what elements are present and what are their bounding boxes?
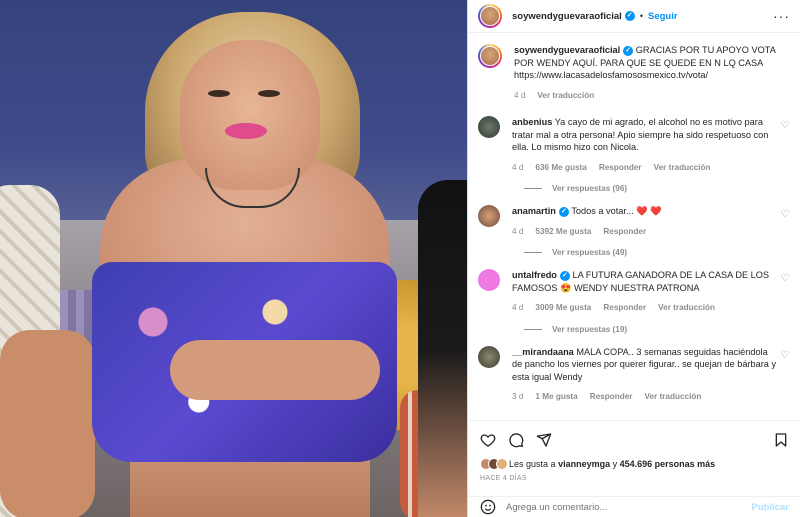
comment-username[interactable]: untalfredo	[512, 270, 557, 280]
caption-meta: 4 d Ver traducción	[514, 90, 779, 103]
like-heart-icon[interactable]	[480, 432, 496, 448]
post-actions: Les gusta a vianneymga y 454.696 persona…	[468, 420, 800, 482]
caption-time: 4 d	[514, 90, 526, 100]
reply-link[interactable]: Responder	[603, 226, 646, 239]
comment-time: 4 d	[512, 162, 524, 172]
view-replies-label: Ver respuestas (19)	[552, 324, 628, 334]
comment-item: anbenius Ya cayo de mi agrado, el alcoho…	[478, 116, 791, 174]
liker-avatars	[480, 458, 508, 470]
like-comment-heart-icon[interactable]: ♡	[779, 120, 791, 131]
comment-meta: 4 d 5392 Me gusta Responder	[512, 226, 777, 239]
post-side-panel: soywendyguevaraoficial ✓ • Seguir ··· so…	[467, 0, 800, 517]
translate-link[interactable]: Ver traducción	[644, 391, 701, 404]
comment-likes[interactable]: 3009 Me gusta	[535, 302, 591, 315]
instagram-post-window: soywendyguevaraoficial ✓ • Seguir ··· so…	[0, 0, 800, 517]
view-replies-button[interactable]: Ver respuestas (19)	[524, 325, 791, 334]
reply-link[interactable]: Responder	[590, 391, 633, 404]
comment-meta: 3 d 1 Me gusta Responder Ver traducción	[512, 391, 777, 404]
photo-right-person	[418, 180, 467, 517]
post-photo[interactable]	[0, 0, 467, 517]
add-comment-bar: Publicar	[468, 496, 800, 517]
comment-time: 4 d	[512, 226, 524, 236]
likes-count[interactable]: 454.696 personas más	[620, 459, 716, 469]
photo-arms	[170, 340, 380, 400]
comment-meta: 4 d 3009 Me gusta Responder Ver traducci…	[512, 302, 777, 315]
author-avatar[interactable]	[478, 4, 502, 28]
comment-username[interactable]: anbenius	[512, 117, 552, 127]
comment-item: __mirandaana MALA COPA.. 3 semanas segui…	[478, 345, 791, 404]
like-comment-heart-icon[interactable]: ♡	[779, 350, 791, 361]
photo-eye-left	[208, 90, 230, 97]
comment-meta: 4 d 636 Me gusta Responder Ver traducció…	[512, 162, 777, 175]
like-comment-heart-icon[interactable]: ♡	[779, 209, 791, 220]
likes-joiner: y	[612, 459, 618, 469]
comment-input[interactable]	[506, 501, 752, 513]
comment-bubble-icon[interactable]	[508, 432, 524, 448]
translate-link[interactable]: Ver traducción	[658, 302, 715, 315]
commenter-avatar[interactable]	[478, 345, 500, 368]
view-replies-label: Ver respuestas (96)	[552, 184, 628, 193]
liker-username[interactable]: vianneymga	[558, 459, 610, 469]
commenter-avatar[interactable]	[478, 269, 500, 291]
comment-time: 4 d	[512, 303, 524, 312]
likes-prefix: Les gusta a	[509, 459, 556, 469]
verified-badge-icon: ✓	[558, 206, 569, 217]
comment-username[interactable]: anamartin	[512, 206, 556, 216]
red-heart-emoji-icon: ❤️ ❤️	[636, 206, 662, 216]
comment-likes[interactable]: 636 Me gusta	[535, 162, 586, 175]
commenter-avatar[interactable]	[478, 116, 500, 138]
follow-button[interactable]: Seguir	[648, 11, 678, 22]
view-replies-button[interactable]: Ver respuestas (96)	[524, 184, 791, 193]
comment-item: untalfredo ✓ LA FUTURA GANADORA DE LA CAS…	[478, 269, 791, 315]
verified-badge-icon: ✓	[623, 45, 634, 56]
comment-likes[interactable]: 1 Me gusta	[535, 391, 577, 404]
comment-time: 3 d	[512, 392, 524, 401]
commenter-avatar[interactable]	[478, 205, 500, 227]
post-comment-button[interactable]: Publicar	[752, 502, 790, 513]
action-icons-row	[480, 431, 789, 449]
share-send-icon[interactable]	[536, 432, 552, 448]
reply-link[interactable]: Responder	[603, 302, 646, 315]
reply-link[interactable]: Responder	[599, 162, 642, 175]
likes-summary[interactable]: Les gusta a vianneymga y 454.696 persona…	[480, 458, 789, 470]
comment-username[interactable]: __mirandaana	[512, 347, 574, 357]
emoji-smiley-icon[interactable]	[480, 499, 496, 515]
caption-avatar[interactable]	[478, 44, 502, 68]
translate-link[interactable]: Ver traducción	[654, 162, 711, 175]
verified-badge-icon: ✓	[624, 11, 635, 21]
caption-username[interactable]: soywendyguevaraoficial	[514, 45, 620, 55]
comment-likes[interactable]: 5392 Me gusta	[535, 226, 591, 239]
like-comment-heart-icon[interactable]: ♡	[779, 273, 791, 284]
caption: soywendyguevaraoficial ✓ GRACIAS POR TU A…	[478, 44, 791, 102]
more-options-icon[interactable]: ···	[773, 8, 790, 24]
comment-item: anamartin ✓ Todos a votar... ❤️ ❤️ 4 d 53…	[478, 205, 791, 238]
post-header: soywendyguevaraoficial ✓ • Seguir ···	[468, 0, 800, 33]
comments-list[interactable]: soywendyguevaraoficial ✓ GRACIAS POR TU A…	[468, 34, 800, 419]
view-replies-label: Ver respuestas (49)	[552, 248, 628, 257]
view-replies-button[interactable]: Ver respuestas (49)	[524, 248, 791, 257]
post-time: HACE 4 DÍAS	[480, 475, 527, 482]
verified-badge-icon: ✓	[559, 270, 570, 281]
author-username[interactable]: soywendyguevaraoficial	[512, 11, 622, 22]
comment-text: Todos a votar...	[571, 206, 637, 216]
photo-left-arm	[0, 330, 95, 517]
caption-translate-link[interactable]: Ver traducción	[537, 90, 594, 103]
photo-eye-right	[258, 90, 280, 97]
separator-dot: •	[639, 11, 643, 21]
photo-lips	[225, 123, 267, 139]
save-bookmark-icon[interactable]	[773, 432, 789, 448]
